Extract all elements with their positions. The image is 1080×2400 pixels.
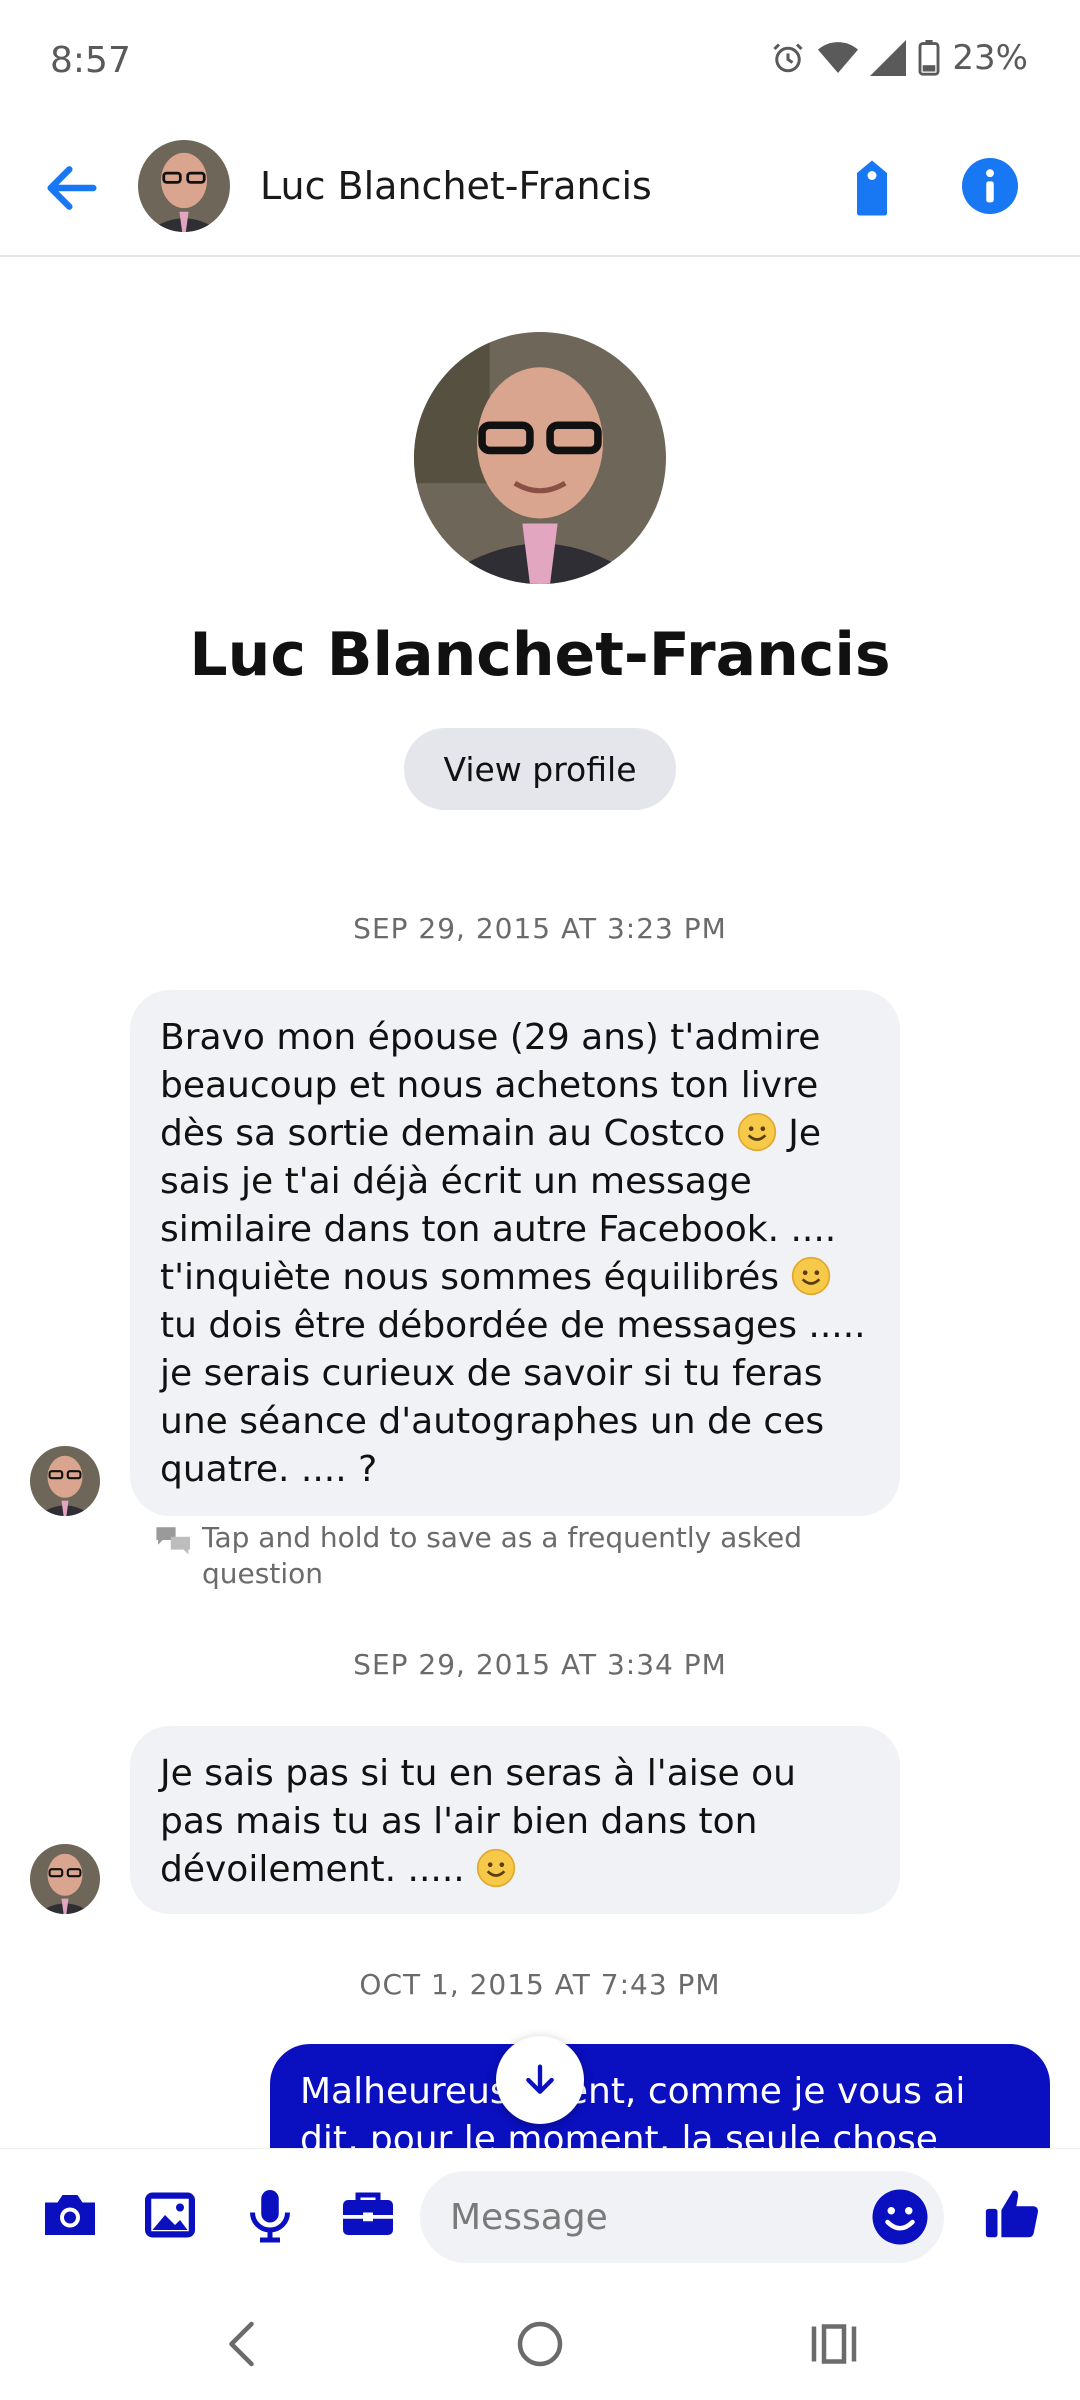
thumbs-up-icon <box>985 2190 1038 2238</box>
battery-icon <box>918 40 940 76</box>
system-back-button[interactable] <box>214 2314 274 2374</box>
smiley-emoji-icon <box>737 1112 776 1152</box>
wifi-icon <box>818 42 859 73</box>
tag-button[interactable] <box>846 158 898 218</box>
header-avatar[interactable] <box>138 140 230 232</box>
message-bubble-incoming-1[interactable]: Bravo mon épouse (29 ans) t'admire beauc… <box>130 990 900 1516</box>
back-button[interactable] <box>40 156 104 220</box>
view-profile-button[interactable]: View profile <box>404 728 676 810</box>
message-text: Malheureusement, comme je vous ai dit, p… <box>300 2071 966 2152</box>
system-recents-button[interactable] <box>804 2314 864 2374</box>
profile-avatar[interactable] <box>414 332 666 584</box>
message-text-part: tu dois être débordée de messages ..... … <box>160 1305 866 1490</box>
header-contact-name[interactable]: Luc Blanchet-Francis <box>260 164 652 208</box>
like-button[interactable] <box>982 2183 1044 2245</box>
faq-hint-text: Tap and hold to save as a frequently ask… <box>202 1521 803 1590</box>
gallery-icon <box>145 2192 195 2238</box>
status-time: 8:57 <box>50 40 131 81</box>
gallery-button[interactable] <box>140 2185 200 2245</box>
emoji-button[interactable] <box>870 2187 930 2247</box>
message-bubble-incoming-2[interactable]: Je sais pas si tu en seras à l'aise ou p… <box>130 1726 900 1914</box>
alarm-icon <box>773 43 803 73</box>
system-home-button[interactable] <box>510 2314 570 2374</box>
voice-button[interactable] <box>240 2185 300 2245</box>
message-bubble-outgoing[interactable]: Malheureusement, comme je vous ai dit, p… <box>270 2044 1050 2152</box>
business-tools-button[interactable] <box>338 2185 398 2245</box>
smiley-emoji-icon <box>791 1256 830 1296</box>
chat-header: Luc Blanchet-Francis <box>0 120 1080 257</box>
briefcase-icon <box>343 2192 393 2235</box>
arrow-down-icon <box>526 2064 554 2094</box>
info-button[interactable] <box>962 158 1018 214</box>
home-nav-icon <box>517 2321 563 2367</box>
smiley-emoji-icon <box>477 1848 516 1888</box>
message-input[interactable] <box>420 2171 944 2263</box>
timestamp-3: OCT 1, 2015 AT 7:43 PM <box>359 1968 721 2001</box>
battery-percent: 23% <box>952 38 1028 78</box>
message-composer <box>0 2148 1080 2289</box>
back-arrow-icon <box>47 166 97 210</box>
system-navigation-bar <box>0 2288 1080 2400</box>
camera-icon <box>45 2195 95 2235</box>
scroll-to-bottom-button[interactable] <box>496 2036 584 2124</box>
tag-icon <box>857 160 887 216</box>
info-icon <box>962 158 1018 214</box>
sender-avatar[interactable] <box>30 1446 100 1516</box>
message-text-part: Bravo mon épouse (29 ans) t'admire beauc… <box>160 1017 821 1154</box>
chat-bubbles-icon <box>156 1527 190 1555</box>
signal-icon <box>870 40 907 76</box>
back-nav-icon <box>229 2321 254 2367</box>
camera-button[interactable] <box>40 2185 100 2245</box>
sender-avatar[interactable] <box>30 1844 100 1914</box>
profile-name: Luc Blanchet-Francis <box>189 620 891 690</box>
status-bar: 8:57 23% <box>0 0 1080 120</box>
timestamp-1: SEP 29, 2015 AT 3:23 PM <box>353 912 727 945</box>
microphone-icon <box>250 2190 290 2243</box>
recents-nav-icon <box>811 2324 857 2364</box>
emoji-icon <box>872 2189 928 2245</box>
status-icons: 23% <box>770 38 1028 78</box>
faq-hint[interactable]: Tap and hold to save as a frequently ask… <box>154 1520 804 1592</box>
timestamp-2: SEP 29, 2015 AT 3:34 PM <box>353 1648 727 1681</box>
